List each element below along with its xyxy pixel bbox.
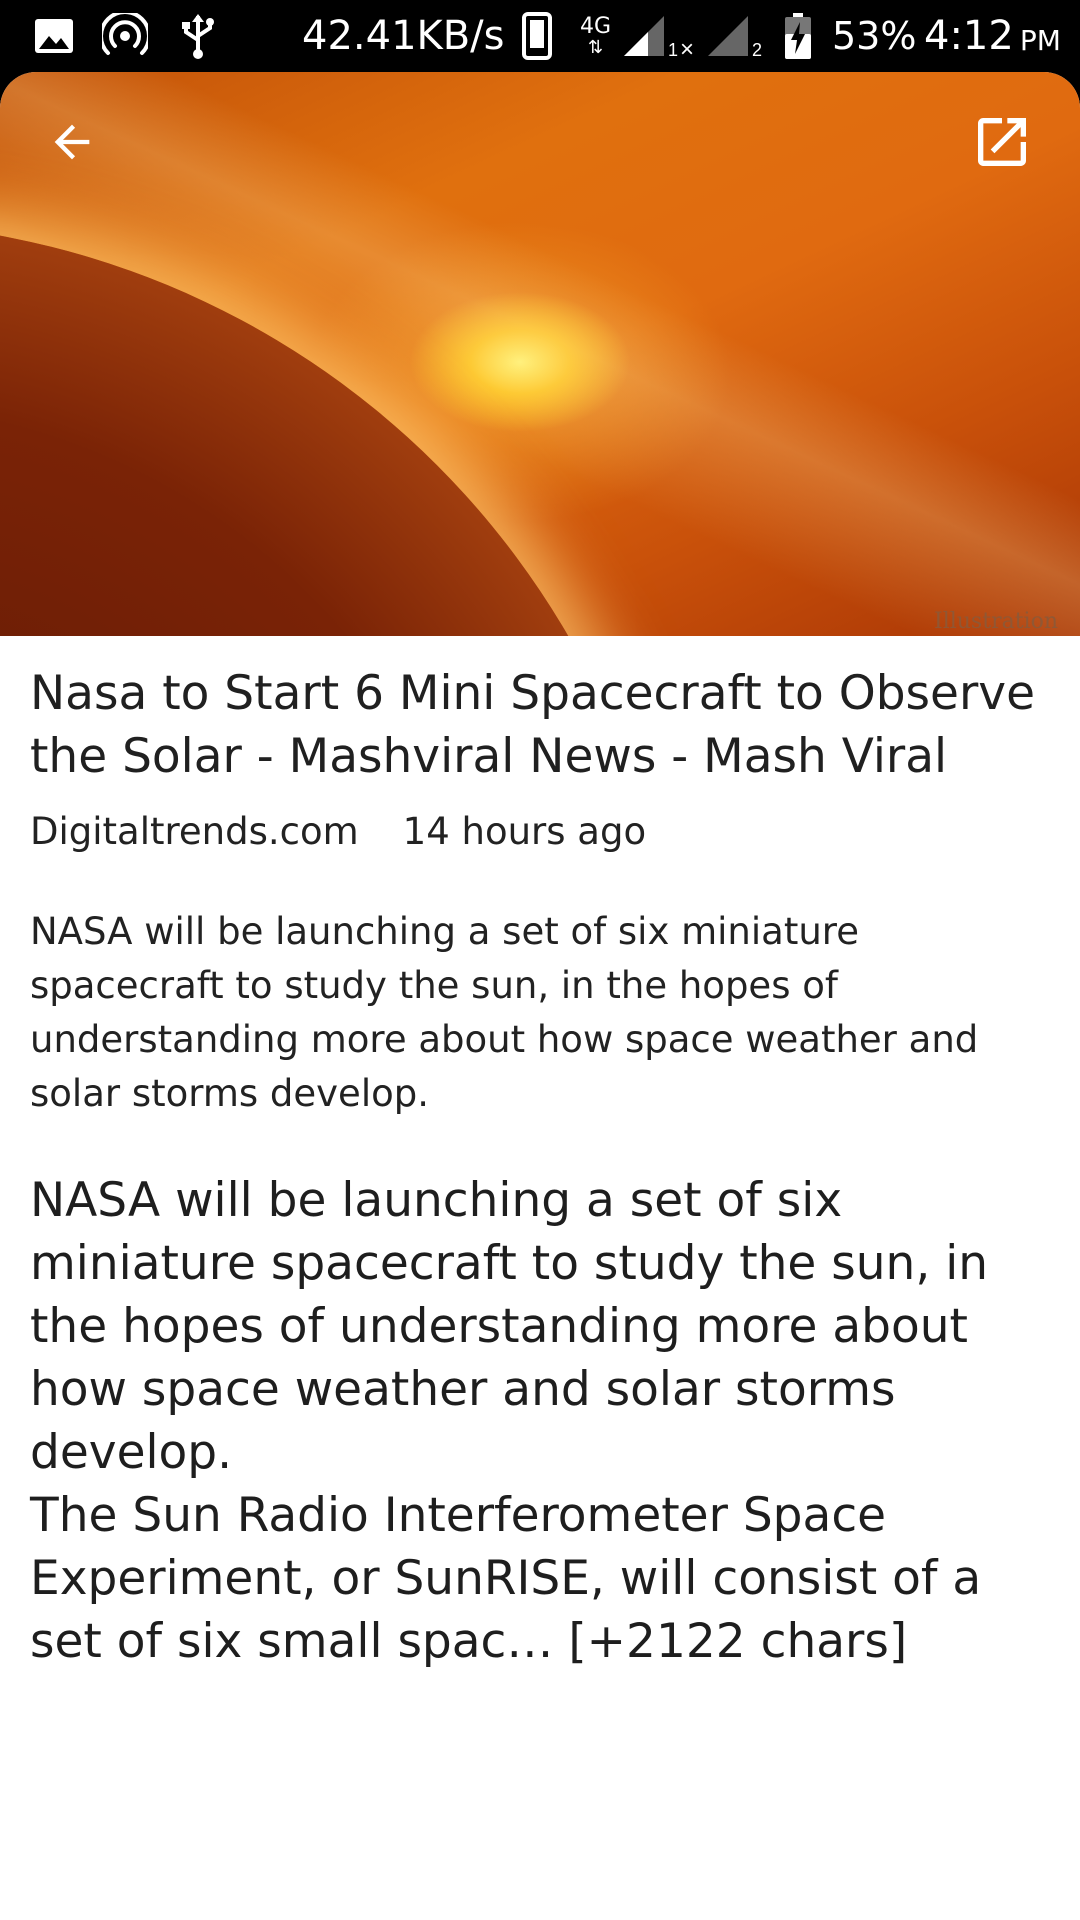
back-button[interactable] <box>24 94 120 190</box>
arrow-back-icon <box>54 124 90 160</box>
article-body: NASA will be launching a set of six mini… <box>30 1169 1060 1673</box>
article-text: Nasa to Start 6 Mini Spacecraft to Obser… <box>30 662 1060 1673</box>
status-bar: 42.41KB/s 4G ⇅ 1 × 2 53% 4:12 PM <box>0 0 1080 72</box>
image-notification-icon <box>34 0 74 72</box>
article-time: 14 hours ago <box>402 810 647 853</box>
network-speed: 42.41KB/s <box>302 13 505 59</box>
article-body-paragraph-1: NASA will be launching a set of six mini… <box>30 1173 989 1480</box>
battery-charging-icon <box>784 0 812 72</box>
article-body-paragraph-2: The Sun Radio Interferometer Space Exper… <box>30 1488 982 1669</box>
open-in-new-icon <box>978 118 1026 166</box>
usb-icon <box>180 0 216 72</box>
signal-strength-2-icon <box>706 0 750 72</box>
image-caption: Illustration <box>934 609 1058 634</box>
clock: 4:12 PM <box>924 13 1061 59</box>
hotspot-icon <box>102 0 148 72</box>
battery-percentage: 53% <box>832 14 917 58</box>
network-type-icon: 4G ⇅ <box>580 14 612 57</box>
article-hero-image: Illustration <box>0 72 1080 636</box>
open-in-browser-button[interactable] <box>954 94 1050 190</box>
phone-icon <box>522 0 552 72</box>
article-summary: NASA will be launching a set of six mini… <box>30 910 979 1115</box>
article-title: Nasa to Start 6 Mini Spacecraft to Obser… <box>30 666 1035 784</box>
signal-strength-1-icon <box>622 0 666 72</box>
article-meta: Digitaltrends.com 14 hours ago <box>30 810 1060 853</box>
article-source[interactable]: Digitaltrends.com <box>30 810 359 853</box>
